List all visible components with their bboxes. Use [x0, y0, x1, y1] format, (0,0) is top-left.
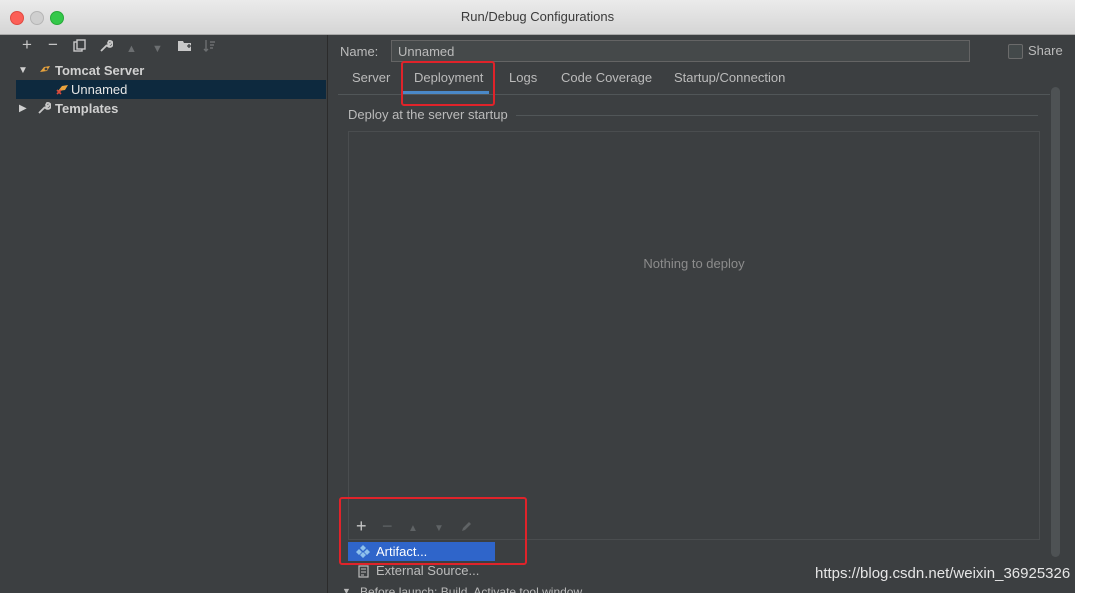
- wrench-icon: [37, 99, 52, 118]
- tree-item-templates[interactable]: ▶ Templates: [16, 99, 326, 118]
- empty-state-text: Nothing to deploy: [643, 256, 745, 271]
- copy-icon[interactable]: [73, 39, 86, 55]
- collapse-arrow-icon[interactable]: ▶: [19, 99, 27, 118]
- expand-arrow-icon[interactable]: ▼: [18, 61, 28, 80]
- configurations-sidebar: + − ▲ ▼ ▼ Tomcat Server Unnamed ▶ Templa…: [0, 35, 328, 593]
- watermark: https://blog.csdn.net/weixin_36925326: [815, 565, 1071, 582]
- share-checkbox[interactable]: [1008, 44, 1023, 59]
- name-label: Name:: [340, 44, 379, 59]
- desktop-background: [1075, 0, 1097, 593]
- deploy-section-title: Deploy at the server startup: [348, 107, 508, 122]
- deployment-tab-highlight: [401, 61, 495, 106]
- tab-server[interactable]: Server: [352, 70, 390, 94]
- name-input[interactable]: [391, 40, 970, 62]
- tree-item-tomcat-server[interactable]: ▼ Tomcat Server: [16, 61, 326, 80]
- arrow-down-icon[interactable]: ▼: [152, 41, 163, 57]
- before-launch-label: Before launch: Build, Activate tool wind…: [360, 585, 583, 593]
- external-source-icon: [358, 564, 369, 583]
- tomcat-config-icon: [56, 80, 70, 99]
- tab-logs[interactable]: Logs: [509, 70, 537, 94]
- tomcat-icon: [38, 61, 52, 80]
- tab-startup-connection[interactable]: Startup/Connection: [674, 70, 785, 94]
- vertical-scrollbar[interactable]: [1051, 87, 1060, 557]
- tree-item-label: Tomcat Server: [55, 63, 145, 78]
- plus-icon[interactable]: +: [22, 36, 32, 53]
- tree-item-unnamed[interactable]: Unnamed: [16, 80, 326, 99]
- add-artifact-highlight: [339, 497, 527, 565]
- sort-icon[interactable]: [203, 39, 216, 55]
- window-title: Run/Debug Configurations: [460, 9, 615, 24]
- share-label: Share: [1028, 43, 1063, 58]
- before-launch-section[interactable]: ▼ Before launch: Build, Activate tool wi…: [340, 583, 1040, 593]
- deployment-list[interactable]: Nothing to deploy: [348, 131, 1040, 516]
- tab-code-coverage[interactable]: Code Coverage: [561, 70, 652, 94]
- tree-item-label: Templates: [55, 101, 119, 116]
- section-divider: [516, 115, 1038, 116]
- tree-item-label: Unnamed: [71, 82, 128, 97]
- wrench-icon[interactable]: [99, 39, 114, 56]
- collapse-arrow-icon[interactable]: ▼: [342, 586, 351, 593]
- folder-icon[interactable]: [177, 39, 192, 55]
- arrow-up-icon[interactable]: ▲: [126, 41, 137, 57]
- window-title-bar: Run/Debug Configurations: [0, 0, 1075, 35]
- sidebar-toolbar: + − ▲ ▼: [0, 35, 327, 59]
- minus-icon[interactable]: −: [48, 36, 58, 53]
